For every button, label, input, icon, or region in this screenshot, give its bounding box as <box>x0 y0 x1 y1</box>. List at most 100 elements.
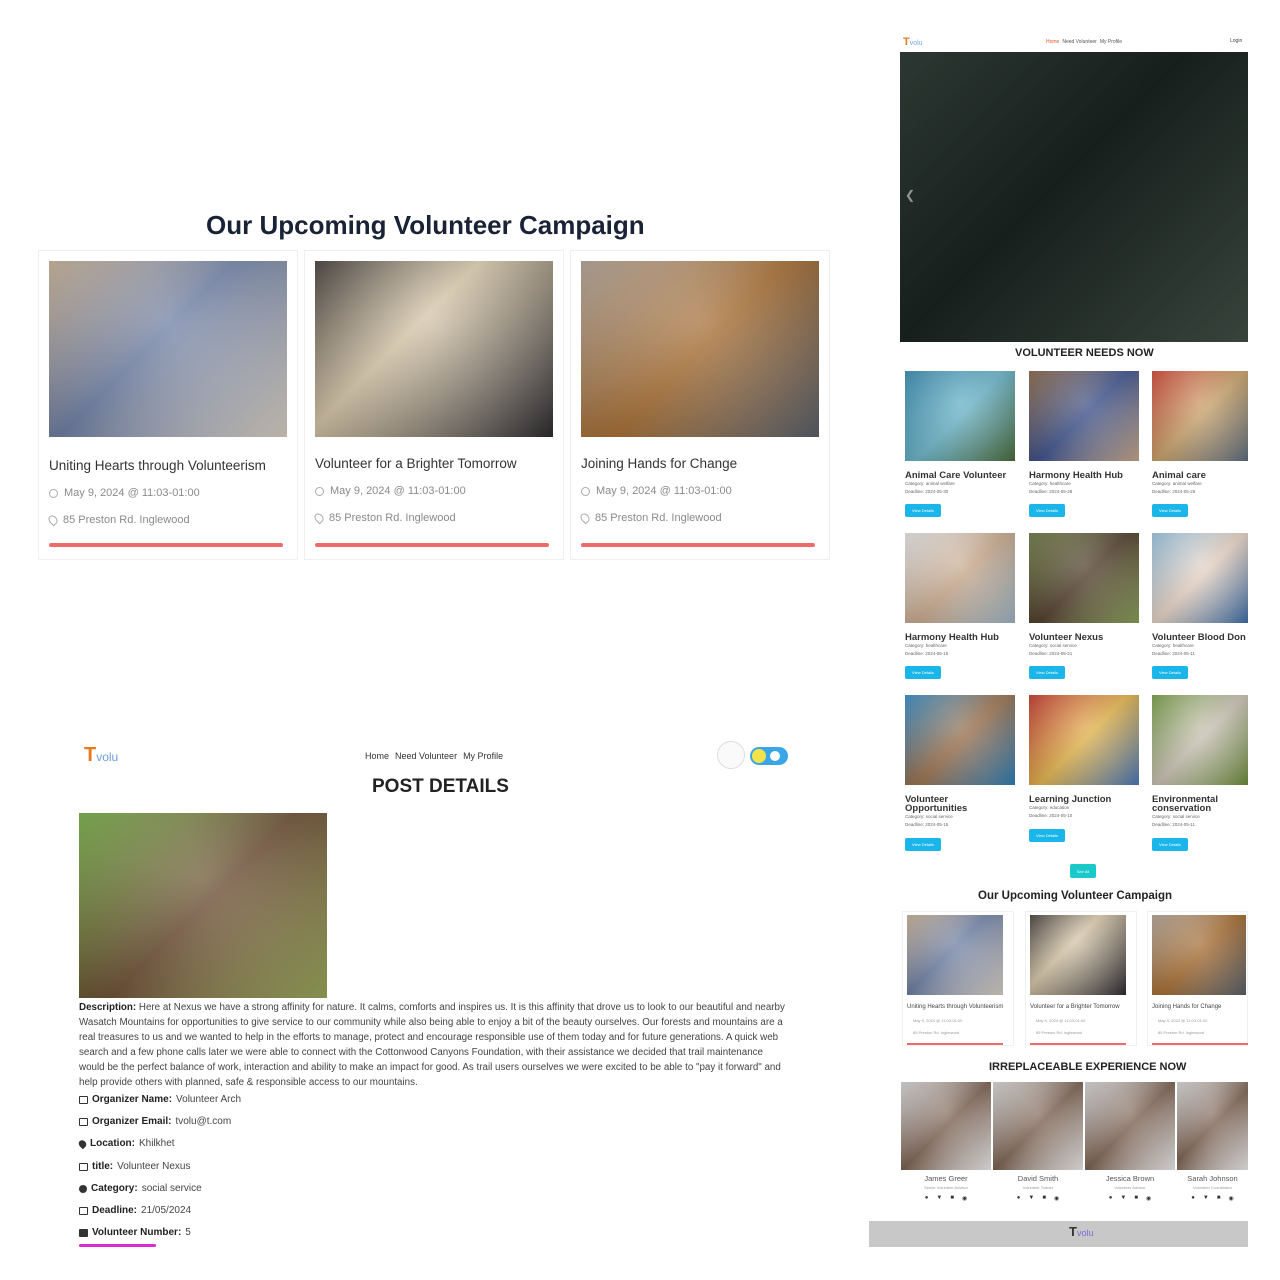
campaign-accent-bar <box>315 543 549 547</box>
campaign-location: 85 Preston Rd. Inglewood <box>1158 1030 1205 1035</box>
pinterest-icon[interactable]: ◉ <box>1228 1195 1233 1202</box>
view-details-button[interactable]: View Details <box>1029 666 1065 679</box>
campaign-card-title[interactable]: Volunteer for a Brighter Tomorrow <box>315 456 517 471</box>
view-details-button[interactable]: View Details <box>905 666 941 679</box>
chevron-left-icon[interactable]: ❮ <box>905 188 915 202</box>
social-links: ● ▼ ■ ◉ <box>1177 1195 1248 1202</box>
team-photo <box>1177 1082 1248 1170</box>
calendar-icon <box>79 1206 88 1215</box>
see-all-button[interactable]: See All <box>1070 864 1096 878</box>
campaign-date-text: May 9, 2024 @ 11:03-01:00 <box>596 485 732 497</box>
campaign-card-small[interactable]: Uniting Hearts through Volunteerism May … <box>902 911 1014 1046</box>
view-details-button[interactable]: View Details <box>1152 666 1188 679</box>
field-value: Khilkhet <box>139 1138 175 1149</box>
map-pin-icon <box>77 1138 88 1149</box>
field-value: 21/05/2024 <box>141 1205 192 1216</box>
view-details-button[interactable]: View Details <box>1152 838 1188 851</box>
location-pin-icon <box>46 513 60 527</box>
nav-home[interactable]: Home <box>365 751 389 761</box>
nav-my-profile[interactable]: My Profile <box>1100 39 1122 45</box>
campaign-card-title[interactable]: Joining Hands for Change <box>1152 1004 1221 1010</box>
logo-letter: T <box>903 36 910 48</box>
team-member-card: James Greer Senior Volunteer Advisor ● ▼ ■… <box>901 1082 991 1212</box>
clock-icon <box>315 486 324 496</box>
nav-need-volunteer[interactable]: Need Volunteer <box>395 751 457 761</box>
need-deadline: Deadline: 2024-05-15 <box>905 822 949 827</box>
campaign-date: May 9, 2024 @ 11:03-01:00 <box>913 1018 963 1023</box>
campaign-card[interactable]: Uniting Hearts through Volunteerism May … <box>38 250 298 560</box>
view-details-button[interactable]: View Details <box>1152 504 1188 517</box>
team-photo <box>901 1082 991 1170</box>
campaign-accent-bar <box>907 1043 1003 1045</box>
campaign-card-small[interactable]: Joining Hands for Change May 9, 2024 @ 1… <box>1147 911 1248 1046</box>
pinterest-icon[interactable]: ◉ <box>1146 1195 1151 1202</box>
nav-home[interactable]: Home <box>1046 39 1059 45</box>
need-deadline: Deadline: 2024-05-11 <box>1152 651 1195 656</box>
nav-my-profile[interactable]: My Profile <box>463 751 503 761</box>
view-details-button[interactable]: View Details <box>905 504 941 517</box>
theme-toggle[interactable] <box>750 747 788 765</box>
youtube-icon[interactable]: ■ <box>950 1195 954 1202</box>
top-nav: Home Need Volunteer My Profile <box>365 751 503 761</box>
campaign-card-title[interactable]: Volunteer for a Brighter Tomorrow <box>1030 1004 1120 1010</box>
pinterest-icon[interactable]: ◉ <box>1054 1195 1059 1202</box>
need-title: Animal Care Volunteer <box>905 470 1007 481</box>
post-image <box>79 813 327 998</box>
location-pin-icon <box>312 511 326 525</box>
facebook-icon[interactable]: ● <box>1017 1195 1021 1202</box>
campaign-card[interactable]: Joining Hands for Change May 9, 2024 @ 1… <box>570 250 830 560</box>
need-category: Category: education <box>1029 805 1070 810</box>
field-value: Volunteer Nexus <box>117 1161 191 1172</box>
avatar[interactable] <box>717 741 745 769</box>
campaign-card-title[interactable]: Uniting Hearts through Volunteerism <box>49 458 266 473</box>
twitter-icon[interactable]: ▼ <box>1203 1195 1209 1202</box>
twitter-icon[interactable]: ▼ <box>1120 1195 1126 1202</box>
facebook-icon[interactable]: ● <box>925 1195 929 1202</box>
need-deadline: Deadline: 2024-05-30 <box>905 489 949 494</box>
need-deadline: Deadline: 2024-05-15 <box>905 651 949 656</box>
campaign-accent-bar <box>1152 1043 1248 1045</box>
organizer-name-row: Organizer Name: Volunteer Arch <box>79 1094 241 1105</box>
youtube-icon[interactable]: ■ <box>1042 1195 1046 1202</box>
view-details-button[interactable]: View Details <box>1029 504 1065 517</box>
field-label: Organizer Email: <box>92 1116 172 1127</box>
need-category: Category: animal welfare <box>1152 481 1202 486</box>
youtube-icon[interactable]: ■ <box>1134 1195 1138 1202</box>
site-logo[interactable]: Tvolu <box>84 744 118 767</box>
need-title: Volunteer Opportunities <box>905 794 968 814</box>
footer: Tvolu <box>869 1221 1248 1247</box>
description-text: Here at Nexus we have a strong affinity … <box>79 1002 785 1088</box>
twitter-icon[interactable]: ▼ <box>1028 1195 1034 1202</box>
footer-logo[interactable]: Tvolu <box>1069 1224 1093 1239</box>
view-details-button[interactable]: View Details <box>1029 829 1065 842</box>
team-heading: IRREPLACEABLE EXPERIENCE NOW <box>989 1061 1187 1073</box>
team-name: James Greer <box>924 1174 968 1183</box>
nav-need-volunteer[interactable]: Need Volunteer <box>1062 39 1096 45</box>
login-link[interactable]: Login <box>1230 38 1242 44</box>
need-deadline: Deadline: 2024-05-28 <box>1029 489 1073 494</box>
team-role: Volunteer Coordinator <box>1193 1185 1232 1190</box>
twitter-icon[interactable]: ▼ <box>936 1195 942 1202</box>
need-deadline: Deadline: 2024-05-25 <box>1152 489 1196 494</box>
facebook-icon[interactable]: ● <box>1191 1195 1195 1202</box>
title-row: title: Volunteer Nexus <box>79 1161 191 1172</box>
site-logo[interactable]: Tvolu <box>903 36 923 48</box>
campaign-card-title[interactable]: Uniting Hearts through Volunteerism <box>907 1004 1003 1010</box>
view-details-button[interactable]: View Details <box>905 838 941 851</box>
campaign-card-small[interactable]: Volunteer for a Brighter Tomorrow May 9,… <box>1025 911 1137 1046</box>
campaign-image <box>49 261 287 437</box>
id-card-icon <box>79 1228 88 1237</box>
facebook-icon[interactable]: ● <box>1109 1195 1113 1202</box>
campaign-date: May 9, 2024 @ 11:03-01:00 <box>49 487 200 499</box>
needs-heading: VOLUNTEER NEEDS NOW <box>1015 347 1154 359</box>
campaign-card[interactable]: Volunteer for a Brighter Tomorrow May 9,… <box>304 250 564 560</box>
need-image <box>1152 533 1248 623</box>
campaign-accent-bar <box>581 543 815 547</box>
campaign-date: May 9, 2024 @ 11:03-01:00 <box>581 485 732 497</box>
campaign-location: 85 Preston Rd. Inglewood <box>46 513 190 527</box>
pinterest-icon[interactable]: ◉ <box>962 1195 967 1202</box>
youtube-icon[interactable]: ■ <box>1217 1195 1221 1202</box>
campaign-card-title[interactable]: Joining Hands for Change <box>581 456 737 471</box>
team-member-card: Sarah Johnson Volunteer Coordinator ● ▼ ■ ◉ <box>1177 1082 1248 1212</box>
campaign-accent-bar <box>1030 1043 1126 1045</box>
